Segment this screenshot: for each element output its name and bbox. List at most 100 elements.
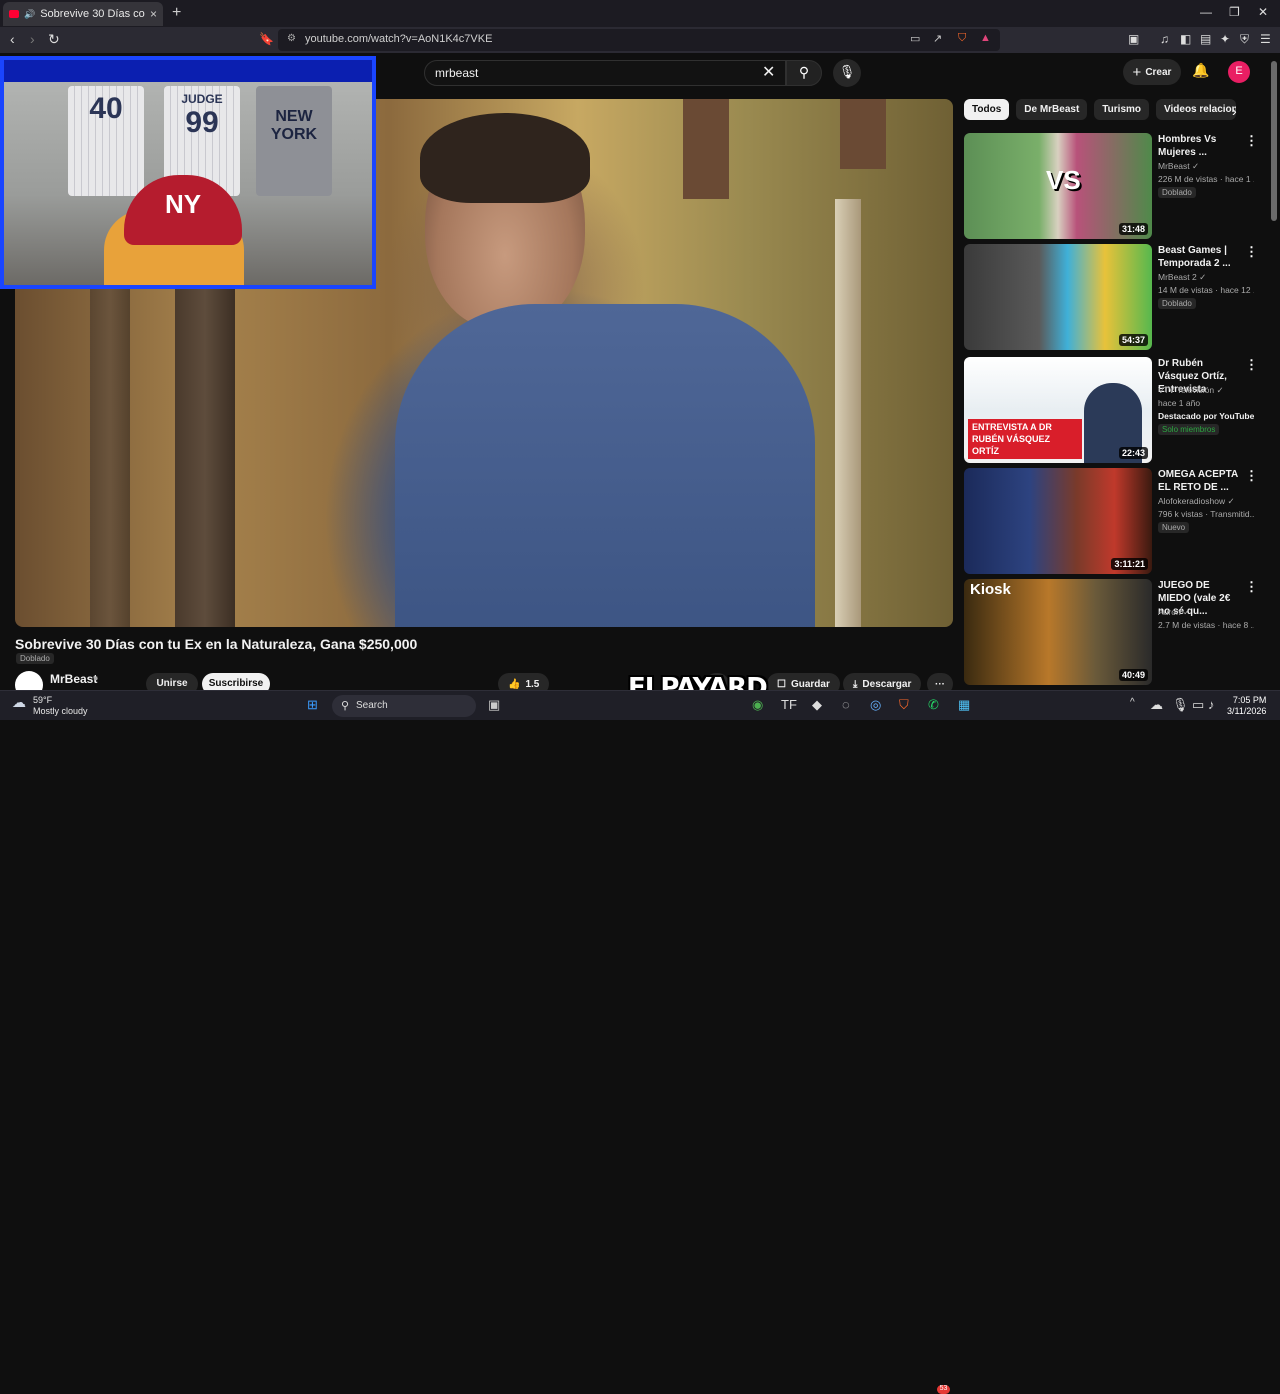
- menu-icon[interactable]: ☰: [1260, 32, 1271, 46]
- account-avatar[interactable]: E: [1228, 61, 1250, 83]
- jersey: 40: [68, 86, 144, 196]
- clock[interactable]: 7:05 PM 3/11/2026: [1227, 695, 1266, 717]
- mic-tray-icon[interactable]: 🎙: [1172, 697, 1189, 713]
- jersey: NEW YORK: [256, 86, 332, 196]
- notepad-icon[interactable]: ▦: [958, 697, 970, 713]
- whatsapp-icon[interactable]: ✆: [928, 697, 939, 713]
- rec-title[interactable]: OMEGA ACEPTA EL RETO DE ...: [1158, 468, 1240, 494]
- brave-rewards-icon[interactable]: ▲: [980, 32, 991, 44]
- recommendation-item[interactable]: VS 31:48 Hombres Vs Mujeres ... MrBeast …: [964, 133, 1264, 239]
- thumbnail-caption: ENTREVISTA A DR RUBÉN VÁSQUEZ ORTÍZ: [968, 419, 1082, 459]
- brave-icon[interactable]: ⛉: [899, 697, 909, 713]
- search-button[interactable]: ⚲: [786, 60, 822, 86]
- task-view-icon[interactable]: ▣: [488, 697, 500, 713]
- create-label: Crear: [1145, 66, 1172, 78]
- create-button[interactable]: + Crear: [1123, 59, 1181, 85]
- brave-shields-icon[interactable]: ⛉: [958, 32, 966, 45]
- page-scrollbar[interactable]: [1271, 61, 1277, 221]
- chip-from-mrbeast[interactable]: De MrBeast: [1016, 99, 1088, 120]
- rec-meta: 796 k vistas · Transmitid...: [1158, 509, 1254, 519]
- more-vert-icon[interactable]: ⋮: [1245, 244, 1258, 260]
- app-icon[interactable]: ◌: [842, 697, 850, 712]
- cast-icon[interactable]: ▭: [910, 32, 920, 45]
- tray-chevron-icon[interactable]: ^: [1130, 697, 1135, 708]
- taskbar-search[interactable]: ⚲ Search: [332, 695, 476, 717]
- tab-title: Sobrevive 30 Días con tu Ex en la Natura…: [40, 8, 145, 20]
- thumbs-up-icon: 👍: [508, 678, 521, 690]
- forward-icon[interactable]: ›: [30, 31, 35, 47]
- more-vert-icon[interactable]: ⋮: [1245, 133, 1258, 149]
- back-icon[interactable]: ‹: [10, 31, 15, 47]
- chevron-right-icon[interactable]: ›: [1232, 103, 1237, 119]
- voice-search-button[interactable]: 🎙: [833, 59, 861, 87]
- like-button[interactable]: 👍 1.5: [498, 673, 550, 690]
- search-icon: ⚲: [341, 700, 350, 712]
- more-actions-button[interactable]: ···: [927, 673, 953, 690]
- chip-related[interactable]: Videos relacionad: [1156, 99, 1237, 120]
- share-page-icon[interactable]: ↗: [933, 32, 942, 45]
- sidebar-panel-icon[interactable]: ▣: [1128, 32, 1139, 46]
- volume-icon[interactable]: ♪: [1208, 697, 1215, 712]
- rec-title[interactable]: Hombres Vs Mujeres ...: [1158, 133, 1240, 159]
- steam-icon[interactable]: ◎: [870, 697, 881, 713]
- chip-tourism[interactable]: Turismo: [1094, 99, 1150, 120]
- channel-name[interactable]: MrBeast: [50, 672, 97, 686]
- tab-close-icon[interactable]: ×: [150, 7, 157, 21]
- more-vert-icon[interactable]: ⋮: [1245, 579, 1258, 595]
- bookmark-icon[interactable]: 🔖: [259, 32, 274, 46]
- reload-icon[interactable]: ↻: [48, 31, 60, 48]
- rec-title[interactable]: Beast Games | Temporada 2 ...: [1158, 244, 1240, 270]
- hanging-post: [840, 99, 886, 169]
- weather-widget[interactable]: ☁ 59°F Mostly cloudy: [12, 695, 88, 717]
- epic-icon[interactable]: ◆: [812, 697, 822, 713]
- cloud-sync-icon[interactable]: ☁: [1150, 697, 1163, 713]
- notifications-bell-icon[interactable]: 🔔: [1192, 62, 1209, 79]
- save-button[interactable]: ☐ Guardar: [767, 673, 840, 690]
- windows-start-icon[interactable]: ⊞: [307, 697, 318, 713]
- chip-all[interactable]: Todos: [964, 99, 1010, 120]
- url-text: youtube.com/watch?v=AoN1K4c7VKE: [305, 33, 493, 45]
- rec-channel: Auron ✓: [1158, 607, 1191, 617]
- recommendation-item[interactable]: Kiosk 40:49 JUEGO DE MIEDO (vale 2€ no s…: [964, 579, 1264, 685]
- site-info-icon[interactable]: ⚙: [287, 33, 296, 44]
- close-window-icon[interactable]: ✕: [1258, 5, 1268, 19]
- browser-tab[interactable]: 🔊 Sobrevive 30 Días con tu Ex en la Natu…: [3, 2, 163, 26]
- sidebar-toggle-icon[interactable]: ◧: [1180, 32, 1191, 46]
- members-only-badge: Solo miembros: [1158, 424, 1220, 435]
- vpn-icon[interactable]: ⛨: [1240, 32, 1249, 47]
- video-thumbnail[interactable]: VS 31:48: [964, 133, 1152, 239]
- more-vert-icon[interactable]: ⋮: [1245, 357, 1258, 373]
- duration-badge: 31:48: [1118, 223, 1148, 235]
- restore-icon[interactable]: ❐: [1229, 5, 1240, 19]
- recommendation-item[interactable]: ENTREVISTA A DR RUBÉN VÁSQUEZ ORTÍZ 22:4…: [964, 357, 1264, 463]
- network-icon[interactable]: ▭: [1192, 697, 1204, 713]
- download-button[interactable]: ⤓ Descargar: [843, 673, 922, 690]
- tree-trunk: [90, 289, 130, 627]
- wallet-icon[interactable]: ▤: [1200, 32, 1211, 46]
- join-button[interactable]: Unirse: [146, 673, 198, 690]
- music-icon[interactable]: ♫: [1160, 32, 1169, 46]
- clear-search-icon[interactable]: ✕: [762, 62, 775, 82]
- duration-badge: 54:37: [1118, 334, 1148, 346]
- video-thumbnail[interactable]: 54:37: [964, 244, 1152, 350]
- speaker-icon[interactable]: 🔊: [24, 9, 35, 20]
- youtube-favicon-icon: [9, 10, 19, 18]
- recommendation-item[interactable]: 3:11:21 OMEGA ACEPTA EL RETO DE ... Alof…: [964, 468, 1264, 574]
- more-vert-icon[interactable]: ⋮: [1245, 468, 1258, 484]
- url-bar[interactable]: ⚙ youtube.com/watch?v=AoN1K4c7VKE ▭ ↗ ⛉ …: [278, 29, 1000, 51]
- channel-avatar[interactable]: [15, 671, 43, 690]
- subscribe-button[interactable]: Suscribirse: [202, 673, 270, 690]
- chrome-icon[interactable]: ◉: [752, 697, 763, 713]
- new-tab-button[interactable]: +: [172, 4, 181, 22]
- video-thumbnail[interactable]: ENTREVISTA A DR RUBÉN VÁSQUEZ ORTÍZ 22:4…: [964, 357, 1152, 463]
- plus-icon: +: [1132, 63, 1142, 81]
- video-thumbnail[interactable]: 3:11:21: [964, 468, 1152, 574]
- dubbed-badge: Doblado: [16, 653, 54, 664]
- recommendation-item[interactable]: 54:37 Beast Games | Temporada 2 ... MrBe…: [964, 244, 1264, 350]
- minimize-icon[interactable]: —: [1200, 5, 1212, 19]
- video-thumbnail[interactable]: Kiosk 40:49: [964, 579, 1152, 685]
- leo-ai-icon[interactable]: ✦: [1220, 32, 1230, 46]
- webcam-overlay: 40 JUDGE 99 NEW YORK NY: [0, 56, 376, 289]
- app-tf-icon[interactable]: TF: [781, 697, 797, 712]
- search-input[interactable]: mrbeast: [424, 60, 786, 86]
